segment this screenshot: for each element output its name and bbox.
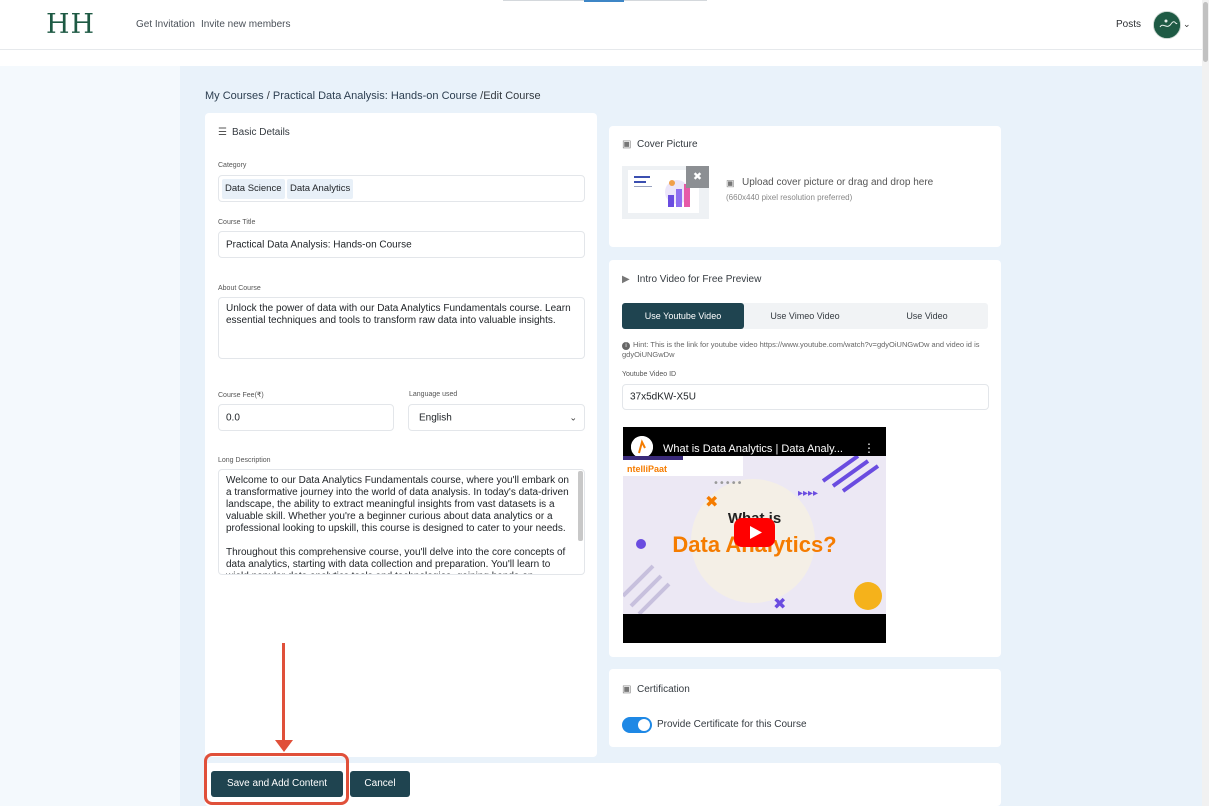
info-icon: i <box>622 342 630 350</box>
course-title-input[interactable]: Practical Data Analysis: Hands-on Course <box>218 231 585 258</box>
tab-youtube-video[interactable]: Use Youtube Video <box>622 303 744 329</box>
category-tag[interactable]: Data Analytics <box>287 179 354 199</box>
certificate-toggle[interactable] <box>622 717 652 733</box>
basic-details-title: Basic Details <box>232 127 290 138</box>
language-label: Language used <box>409 391 458 398</box>
certificate-toggle-label: Provide Certificate for this Course <box>657 719 807 730</box>
image-icon: ▣ <box>622 139 632 150</box>
annotation-arrow-head <box>275 740 293 752</box>
course-fee-input[interactable]: 0.0 <box>218 404 394 431</box>
scrollbar-thumb[interactable] <box>1203 2 1208 62</box>
nav-get-invitation[interactable]: Get Invitation <box>136 19 195 30</box>
category-label: Category <box>218 162 247 169</box>
course-title-value: Practical Data Analysis: Hands-on Course <box>226 239 412 250</box>
long-description-textarea[interactable]: Welcome to our Data Analytics Fundamenta… <box>218 469 585 575</box>
user-avatar[interactable] <box>1153 11 1181 39</box>
youtube-hint: i Hint: This is the link for youtube vide… <box>622 340 987 360</box>
long-description-paragraph: Welcome to our Data Analytics Fundamenta… <box>226 475 569 534</box>
upload-image-icon: ▣ <box>726 178 735 188</box>
remove-cover-icon[interactable]: ✖ <box>686 166 709 188</box>
basic-details-card <box>205 113 597 757</box>
breadcrumb-my-courses[interactable]: My Courses <box>205 90 264 102</box>
youtube-video-player[interactable]: What is Data Analytics | Data Analy... ⋮… <box>623 427 886 643</box>
annotation-arrow-shaft <box>282 643 285 743</box>
about-course-value: Unlock the power of data with our Data A… <box>226 303 571 326</box>
svg-text:✖: ✖ <box>705 492 718 511</box>
long-description-label: Long Description <box>218 457 271 464</box>
svg-text:•••••: ••••• <box>713 478 743 489</box>
youtube-play-button[interactable] <box>734 518 775 547</box>
breadcrumb: My Courses / Practical Data Analysis: Ha… <box>205 90 541 102</box>
play-box-icon: ▶ <box>622 274 630 285</box>
youtube-id-input[interactable]: 37x5dKW-X5U <box>622 384 989 410</box>
about-course-label: About Course <box>218 285 261 292</box>
breadcrumb-separator: / <box>263 90 273 102</box>
cover-picture-title: Cover Picture <box>637 139 698 150</box>
chevron-down-icon: ⌄ <box>569 412 577 422</box>
svg-text:▸▸▸▸: ▸▸▸▸ <box>798 488 818 499</box>
category-multiselect[interactable]: Data Science Data Analytics <box>218 175 585 202</box>
brand-watermark: ntelliPaat <box>627 464 668 474</box>
course-fee-label: Course Fee(₹) <box>218 392 264 399</box>
certification-title: Certification <box>637 684 690 695</box>
svg-text:✖: ✖ <box>773 594 786 613</box>
site-logo[interactable]: HH <box>46 9 95 40</box>
video-source-tabs: Use Youtube Video Use Vimeo Video Use Vi… <box>622 303 988 329</box>
intro-video-title: Intro Video for Free Preview <box>637 274 762 285</box>
breadcrumb-current: Edit Course <box>483 90 541 102</box>
certificate-icon: ▣ <box>622 684 632 695</box>
more-vertical-icon[interactable]: ⋮ <box>863 441 875 455</box>
nav-posts[interactable]: Posts <box>1116 19 1141 30</box>
language-value: English <box>419 412 452 423</box>
tab-upload-video[interactable]: Use Video <box>866 303 988 329</box>
page-load-indicator <box>584 0 624 2</box>
toggle-knob <box>638 719 650 731</box>
nav-invite-members[interactable]: Invite new members <box>201 19 290 30</box>
video-title[interactable]: What is Data Analytics | Data Analy... <box>663 443 843 455</box>
long-description-paragraph: Throughout this comprehensive course, yo… <box>226 547 566 574</box>
annotation-highlight-box <box>204 753 349 805</box>
youtube-id-value: 37x5dKW-X5U <box>630 391 696 403</box>
page-scrollbar[interactable] <box>1202 0 1209 806</box>
menu-lines-icon: ☰ <box>218 127 227 138</box>
channel-logo-icon <box>631 436 653 458</box>
about-course-textarea[interactable]: Unlock the power of data with our Data A… <box>218 297 585 359</box>
breadcrumb-course[interactable]: Practical Data Analysis: Hands-on Course <box>273 90 477 102</box>
category-tag[interactable]: Data Science <box>222 179 285 199</box>
course-title-label: Course Title <box>218 219 256 226</box>
certification-card <box>609 669 1001 747</box>
course-fee-value: 0.0 <box>226 412 240 423</box>
cancel-button[interactable]: Cancel <box>350 771 410 797</box>
tab-vimeo-video[interactable]: Use Vimeo Video <box>744 303 866 329</box>
chevron-down-icon[interactable]: ⌄ <box>1183 19 1191 30</box>
upload-cover-hint: (660x440 pixel resolution preferred) <box>726 193 853 202</box>
language-select[interactable]: English ⌄ <box>408 404 585 431</box>
youtube-id-label: Youtube Video ID <box>622 371 677 378</box>
textarea-scrollbar[interactable] <box>578 471 583 541</box>
youtube-hint-text: Hint: This is the link for youtube video… <box>622 340 980 359</box>
video-thumbnail: ••••• ▸▸▸▸ ✖ ✖ ntelliPaat What is Data A… <box>623 456 886 614</box>
upload-cover-text[interactable]: Upload cover picture or drag and drop he… <box>742 177 933 188</box>
